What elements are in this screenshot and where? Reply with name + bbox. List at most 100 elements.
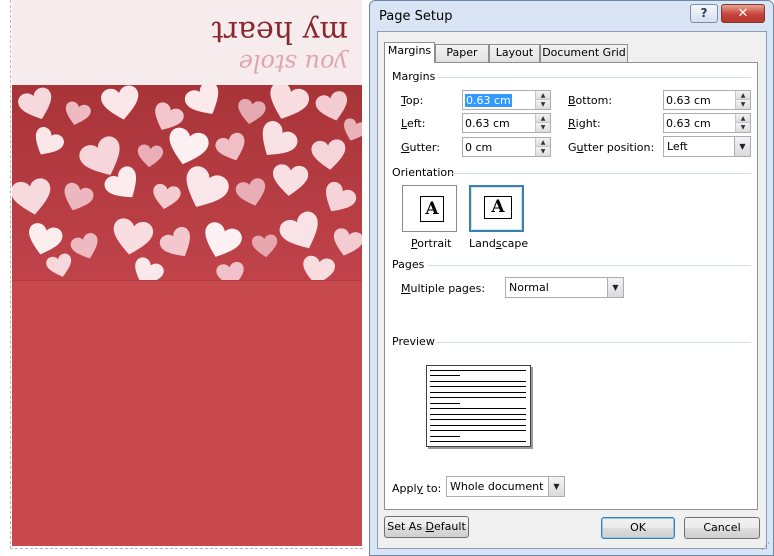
dialog-title: Page Setup <box>379 9 453 24</box>
left-margin-spin-buttons[interactable]: ▲ ▼ <box>535 114 550 132</box>
page-setup-dialog: Page Setup ? ✕ Margins Paper Layout Docu… <box>369 0 774 556</box>
top-margin-value[interactable]: 0.63 cm <box>465 94 512 107</box>
tab-layout[interactable]: Layout <box>489 44 540 62</box>
heart-icon <box>303 255 336 280</box>
spin-up-icon[interactable]: ▲ <box>535 91 550 100</box>
spin-up-icon[interactable]: ▲ <box>735 91 750 100</box>
heart-icon <box>70 232 98 259</box>
ok-button[interactable]: OK <box>601 517 675 539</box>
heart-icon <box>205 222 242 257</box>
card-bottom-panel <box>12 280 362 546</box>
preview-text-line <box>430 419 526 420</box>
card-text-line2: my heart <box>211 14 348 49</box>
preview-text-line <box>430 370 526 371</box>
right-margin-value[interactable]: 0.63 cm <box>666 117 711 130</box>
chevron-down-icon[interactable]: ▼ <box>607 278 623 297</box>
top-margin-spinner[interactable]: 0.63 cm ▲ ▼ <box>462 90 551 110</box>
gutter-label: Gutter: <box>401 141 440 154</box>
card-text-line1: you stole <box>238 49 348 77</box>
page-preview <box>426 365 531 447</box>
preview-text-line <box>430 392 526 393</box>
gutter-value[interactable]: 0 cm <box>465 141 492 154</box>
gutter-spin-buttons[interactable]: ▲ ▼ <box>535 138 550 156</box>
heart-icon <box>159 226 190 257</box>
left-margin-spinner[interactable]: 0.63 cm ▲ ▼ <box>462 113 551 133</box>
preview-section-rule <box>436 342 751 343</box>
heart-icon <box>216 261 244 280</box>
resize-grip-icon[interactable]: ⋰ <box>761 542 770 552</box>
pages-section-label: Pages <box>392 258 425 271</box>
preview-text-line <box>430 436 460 437</box>
right-label: Right: <box>568 117 601 130</box>
landscape-label: Landscape <box>469 237 529 250</box>
preview-section-label: Preview <box>392 335 435 348</box>
gutter-position-select[interactable]: Left ▼ <box>663 136 751 157</box>
set-as-default-button[interactable]: Set As Default <box>384 516 469 538</box>
preview-text-line <box>430 430 526 431</box>
tab-document-grid[interactable]: Document Grid <box>540 44 628 62</box>
tab-paper[interactable]: Paper <box>435 44 489 62</box>
spin-down-icon[interactable]: ▼ <box>735 123 750 132</box>
tab-margins[interactable]: Margins <box>384 42 435 63</box>
chevron-down-icon[interactable]: ▼ <box>734 137 750 156</box>
pages-section-rule <box>428 265 751 266</box>
margins-section-rule <box>438 77 751 78</box>
dialog-titlebar[interactable]: Page Setup ? ✕ <box>370 1 773 31</box>
valentine-card: you stole my heart <box>12 0 362 546</box>
spin-up-icon[interactable]: ▲ <box>535 114 550 123</box>
top-margin-spin-buttons[interactable]: ▲ ▼ <box>535 91 550 109</box>
heart-pattern <box>12 85 362 280</box>
left-margin-value[interactable]: 0.63 cm <box>465 117 510 130</box>
heart-icon <box>113 218 154 255</box>
preview-text-line <box>430 408 526 409</box>
landscape-button[interactable]: A <box>469 185 524 232</box>
cancel-button[interactable]: Cancel <box>684 517 760 539</box>
heart-icon <box>186 166 229 207</box>
multiple-pages-select[interactable]: Normal ▼ <box>505 277 624 298</box>
spin-up-icon[interactable]: ▲ <box>535 138 550 147</box>
spin-down-icon[interactable]: ▼ <box>535 100 550 109</box>
bottom-margin-spinner[interactable]: 0.63 cm ▲ ▼ <box>663 90 751 110</box>
preview-text-line <box>430 441 526 442</box>
gutter-position-value: Left <box>667 140 688 153</box>
gutter-spinner[interactable]: 0 cm ▲ ▼ <box>462 137 551 157</box>
portrait-page-icon: A <box>420 196 444 222</box>
help-button[interactable]: ? <box>690 4 718 23</box>
orientation-section-label: Orientation <box>392 166 455 179</box>
right-margin-spin-buttons[interactable]: ▲ ▼ <box>735 114 750 132</box>
bottom-margin-value[interactable]: 0.63 cm <box>666 94 711 107</box>
heart-icon <box>101 85 139 120</box>
heart-icon <box>251 234 278 258</box>
right-margin-spinner[interactable]: 0.63 cm ▲ ▼ <box>663 113 751 133</box>
bottom-label: Bottom: <box>568 94 613 107</box>
left-label: Left: <box>401 117 426 130</box>
spin-down-icon[interactable]: ▼ <box>535 147 550 156</box>
spin-up-icon[interactable]: ▲ <box>735 114 750 123</box>
portrait-button[interactable]: A <box>402 185 457 232</box>
spin-down-icon[interactable]: ▼ <box>735 100 750 109</box>
preview-text-line <box>430 381 526 382</box>
preview-text-line <box>430 386 526 387</box>
preview-text-line <box>430 397 526 398</box>
heart-icon <box>184 85 219 114</box>
apply-to-value: Whole document <box>450 480 544 493</box>
card-banner: you stole my heart <box>12 0 362 85</box>
heart-icon <box>137 144 164 168</box>
margins-section-label: Margins <box>392 70 436 83</box>
preview-text-line <box>430 403 460 404</box>
heart-icon <box>135 257 164 280</box>
bottom-margin-spin-buttons[interactable]: ▲ ▼ <box>735 91 750 109</box>
spin-down-icon[interactable]: ▼ <box>535 123 550 132</box>
chevron-down-icon[interactable]: ▼ <box>548 477 564 496</box>
heart-icon <box>311 139 346 170</box>
close-button[interactable]: ✕ <box>721 4 765 23</box>
heart-icon <box>273 164 309 196</box>
apply-to-label: Apply to: <box>392 482 442 495</box>
banner-text-rotated: you stole my heart <box>12 0 362 85</box>
heart-icon <box>235 178 266 206</box>
heart-icon <box>333 228 362 256</box>
apply-to-select[interactable]: Whole document ▼ <box>446 476 565 497</box>
multiple-pages-value: Normal <box>509 281 549 294</box>
top-label: Top: <box>401 94 424 107</box>
heart-icon <box>35 127 64 155</box>
